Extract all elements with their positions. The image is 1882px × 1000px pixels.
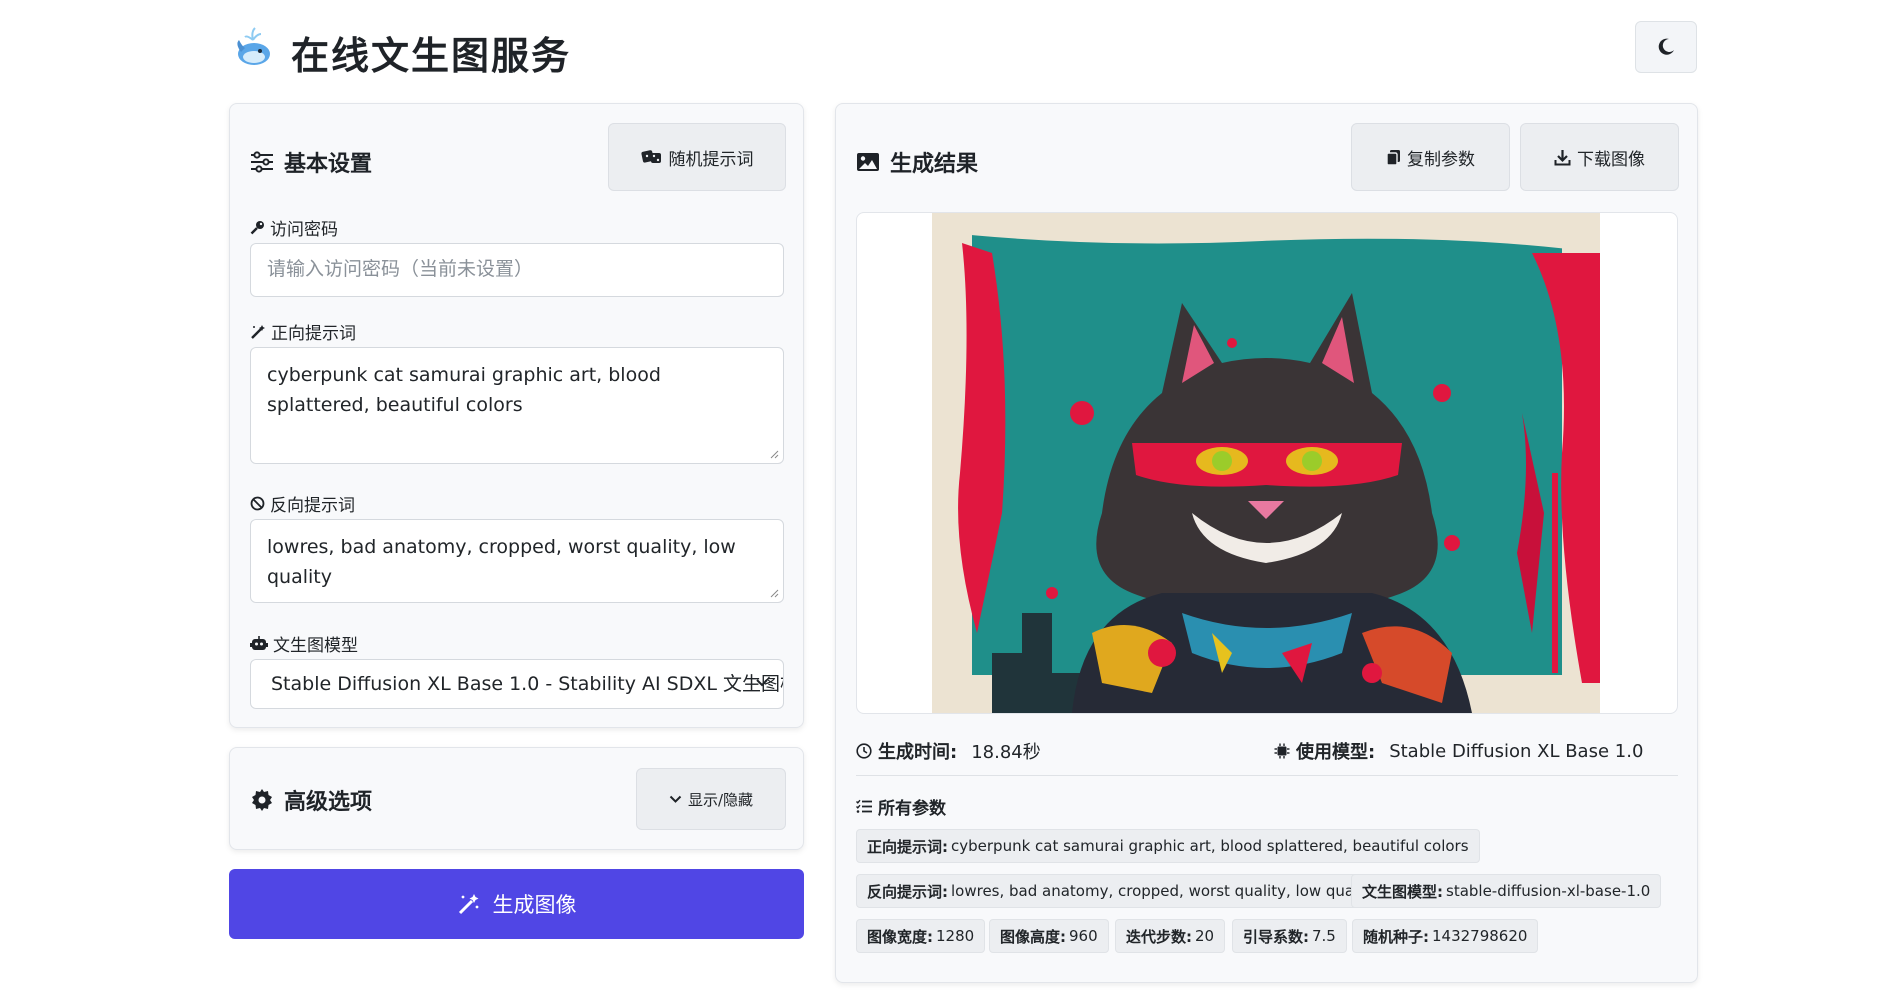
param-tag-height: 图像高度: 960 xyxy=(989,919,1109,953)
ban-icon xyxy=(250,496,265,511)
param-key: 图像高度: xyxy=(1000,927,1066,946)
prompt-label: 正向提示词 xyxy=(271,324,356,344)
chevron-down-icon xyxy=(669,795,682,803)
download-image-label: 下载图像 xyxy=(1577,149,1645,170)
random-prompt-label: 随机提示词 xyxy=(668,149,754,170)
param-value: 960 xyxy=(1069,927,1098,945)
param-tag-prompt: 正向提示词: cyberpunk cat samurai graphic art,… xyxy=(856,829,1480,863)
basic-settings-header: 基本设置 xyxy=(250,146,372,178)
password-label-row: 访问密码 xyxy=(250,215,338,240)
negative-textarea[interactable]: lowres, bad anatomy, cropped, worst qual… xyxy=(250,519,784,603)
generation-time-value: 18.84秒 xyxy=(971,742,1041,763)
generate-label: 生成图像 xyxy=(492,893,577,917)
param-tag-steps: 迭代步数: 20 xyxy=(1115,919,1226,953)
app-header: 在线文生图服务 xyxy=(229,20,1697,78)
param-key: 迭代步数: xyxy=(1126,927,1192,946)
advanced-toggle-label: 显示/隐藏 xyxy=(687,790,754,809)
param-key: 反向提示词: xyxy=(867,882,948,901)
password-input[interactable]: 请输入访问密码（当前未设置） xyxy=(250,243,784,297)
advanced-options-header: 高级选项 xyxy=(250,784,372,816)
model-label: 文生图模型 xyxy=(273,636,358,656)
param-value: 1280 xyxy=(936,927,975,945)
resize-grip-icon[interactable] xyxy=(769,449,779,459)
password-placeholder: 请输入访问密码（当前未设置） xyxy=(267,258,534,280)
param-value: 20 xyxy=(1195,927,1215,945)
param-key: 随机种子: xyxy=(1363,927,1429,946)
param-tag-guidance: 引导系数: 7.5 xyxy=(1232,919,1347,953)
gear-icon xyxy=(252,789,272,811)
result-title: 生成结果 xyxy=(890,152,979,177)
model-label-row: 文生图模型 xyxy=(250,631,358,656)
random-prompt-button[interactable]: 随机提示词 xyxy=(608,123,786,191)
param-key: 图像宽度: xyxy=(867,927,933,946)
copy-icon xyxy=(1386,149,1400,166)
image-icon xyxy=(857,153,879,171)
used-model-value: Stable Diffusion XL Base 1.0 xyxy=(1389,740,1644,762)
param-value: 7.5 xyxy=(1312,927,1336,945)
resize-grip-icon[interactable] xyxy=(769,588,779,598)
param-tag-width: 图像宽度: 1280 xyxy=(856,919,986,953)
prompt-label-row: 正向提示词 xyxy=(250,319,356,344)
negative-label-row: 反向提示词 xyxy=(250,491,355,516)
basic-settings-title: 基本设置 xyxy=(284,152,373,177)
prompt-textarea[interactable]: cyberpunk cat samurai graphic art, blood… xyxy=(250,347,784,464)
key-icon xyxy=(250,221,264,235)
param-value: lowres, bad anatomy, cropped, worst qual… xyxy=(951,882,1378,900)
advanced-options-title: 高级选项 xyxy=(284,790,373,815)
copy-params-label: 复制参数 xyxy=(1407,149,1475,170)
param-tag-model: 文生图模型: stable-diffusion-xl-base-1.0 xyxy=(1351,874,1662,908)
param-tag-seed: 随机种子: 1432798620 xyxy=(1352,919,1539,953)
clock-icon xyxy=(856,743,872,759)
download-icon xyxy=(1554,149,1571,165)
page-title: 在线文生图服务 xyxy=(291,34,572,78)
generation-meta: 生成时间: 18.84秒 使用模型: Stable Diffusion XL B… xyxy=(856,731,1678,771)
chip-icon xyxy=(1274,743,1290,759)
advanced-toggle-button[interactable]: 显示/隐藏 xyxy=(636,768,786,830)
result-header: 生成结果 xyxy=(856,146,978,178)
result-card: 生成结果 复制参数 下载图像 生成时间: 18.84秒 使用模型: Stable… xyxy=(835,103,1698,983)
generation-time-label: 生成时间: xyxy=(878,742,958,763)
used-model: 使用模型: Stable Diffusion XL Base 1.0 xyxy=(1274,738,1643,764)
chevron-down-icon xyxy=(756,679,768,687)
param-tag-negative: 反向提示词: lowres, bad anatomy, cropped, wors… xyxy=(856,874,1389,908)
model-selected-value: Stable Diffusion XL Base 1.0 - Stability… xyxy=(271,673,784,695)
magic-wand-icon xyxy=(251,324,265,339)
all-params-header: 所有参数 xyxy=(856,794,946,819)
generated-image[interactable] xyxy=(932,213,1600,714)
param-key: 正向提示词: xyxy=(867,837,948,856)
copy-params-button[interactable]: 复制参数 xyxy=(1351,123,1510,191)
generation-time: 生成时间: 18.84秒 xyxy=(856,738,1274,764)
meta-divider xyxy=(856,775,1678,776)
advanced-options-card: 高级选项 显示/隐藏 xyxy=(229,747,804,850)
magic-wand-icon xyxy=(458,894,478,915)
param-value: cyberpunk cat samurai graphic art, blood… xyxy=(951,837,1469,855)
robot-icon xyxy=(250,636,268,650)
negative-label: 反向提示词 xyxy=(270,496,355,516)
param-key: 引导系数: xyxy=(1243,927,1309,946)
theme-toggle-button[interactable] xyxy=(1635,21,1697,73)
param-value: 1432798620 xyxy=(1432,927,1528,945)
prompt-text: cyberpunk cat samurai graphic art, blood… xyxy=(267,364,661,416)
all-params-title: 所有参数 xyxy=(878,799,946,819)
whale-logo-icon xyxy=(237,27,270,65)
dice-icon xyxy=(640,150,661,163)
basic-settings-card: 基本设置 随机提示词 访问密码 请输入访问密码（当前未设置） 正向提示词 cyb… xyxy=(229,103,804,728)
sliders-icon xyxy=(251,151,273,173)
list-icon xyxy=(856,799,872,813)
moon-icon xyxy=(1658,38,1674,55)
model-select[interactable]: Stable Diffusion XL Base 1.0 - Stability… xyxy=(250,659,784,709)
generated-image-frame xyxy=(856,212,1678,714)
param-key: 文生图模型: xyxy=(1362,882,1443,901)
negative-text: lowres, bad anatomy, cropped, worst qual… xyxy=(267,536,736,588)
generate-button[interactable]: 生成图像 xyxy=(229,869,804,939)
used-model-label: 使用模型: xyxy=(1296,742,1376,763)
password-label: 访问密码 xyxy=(270,220,338,240)
param-value: stable-diffusion-xl-base-1.0 xyxy=(1446,882,1651,900)
download-image-button[interactable]: 下载图像 xyxy=(1520,123,1679,191)
